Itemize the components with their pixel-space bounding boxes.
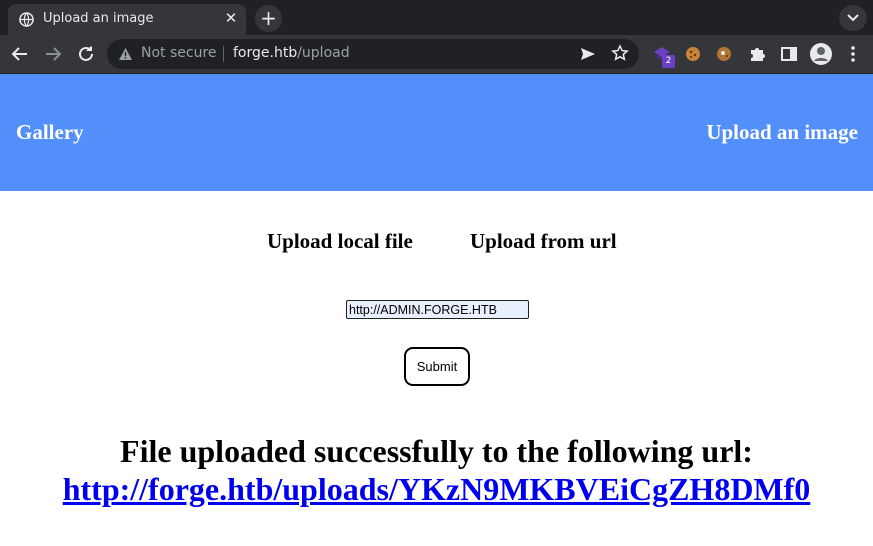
url-text[interactable]: forge.htb/upload [233, 45, 350, 61]
submit-button[interactable]: Submit [404, 347, 470, 386]
puzzle-icon[interactable] [747, 44, 767, 64]
warning-icon[interactable] [118, 47, 133, 61]
url-host: forge.htb [233, 45, 298, 61]
upload-from-url-option[interactable]: Upload from url [470, 229, 617, 254]
kebab-menu-icon[interactable] [843, 44, 863, 64]
reload-icon[interactable] [75, 43, 97, 65]
cookie-editor-icon[interactable] [714, 44, 734, 64]
url-path: /upload [297, 45, 350, 61]
browser-tab[interactable]: Upload an image ✕ [8, 4, 246, 35]
upload-result: File uploaded successfully to the follow… [0, 432, 873, 508]
uploaded-file-link[interactable]: http://forge.htb/uploads/YKzN9MKBVEiCgZH… [63, 471, 811, 507]
tab-search-button[interactable] [839, 5, 867, 31]
result-message: File uploaded successfully to the follow… [120, 433, 753, 469]
site-header: Gallery Upload an image [0, 74, 873, 191]
upload-local-file-option[interactable]: Upload local file [267, 229, 413, 254]
cookie-icon[interactable] [683, 44, 703, 64]
gallery-link[interactable]: Gallery [16, 120, 84, 145]
browser-toolbar: Not secure forge.htb/upload 2 [0, 35, 873, 73]
send-icon[interactable] [579, 45, 597, 68]
address-bar[interactable]: Not secure forge.htb/upload [107, 39, 639, 69]
url-input[interactable] [346, 300, 529, 319]
new-tab-button[interactable]: + [255, 5, 282, 32]
side-panel-icon[interactable] [779, 44, 799, 64]
forward-arrow-icon[interactable] [42, 43, 64, 65]
tab-title: Upload an image [43, 11, 154, 26]
extension-badge: 2 [662, 55, 675, 68]
back-arrow-icon[interactable] [9, 43, 31, 65]
upload-image-link[interactable]: Upload an image [706, 120, 858, 145]
globe-icon [19, 12, 34, 27]
omnibox-divider [223, 46, 224, 62]
security-label[interactable]: Not secure [141, 45, 217, 61]
tab-strip: Upload an image ✕ + [0, 0, 873, 35]
profile-avatar-icon[interactable] [809, 42, 833, 66]
chevron-down-icon [839, 14, 867, 35]
close-tab-icon[interactable]: ✕ [223, 10, 239, 26]
bookmark-star-icon[interactable] [611, 44, 629, 67]
